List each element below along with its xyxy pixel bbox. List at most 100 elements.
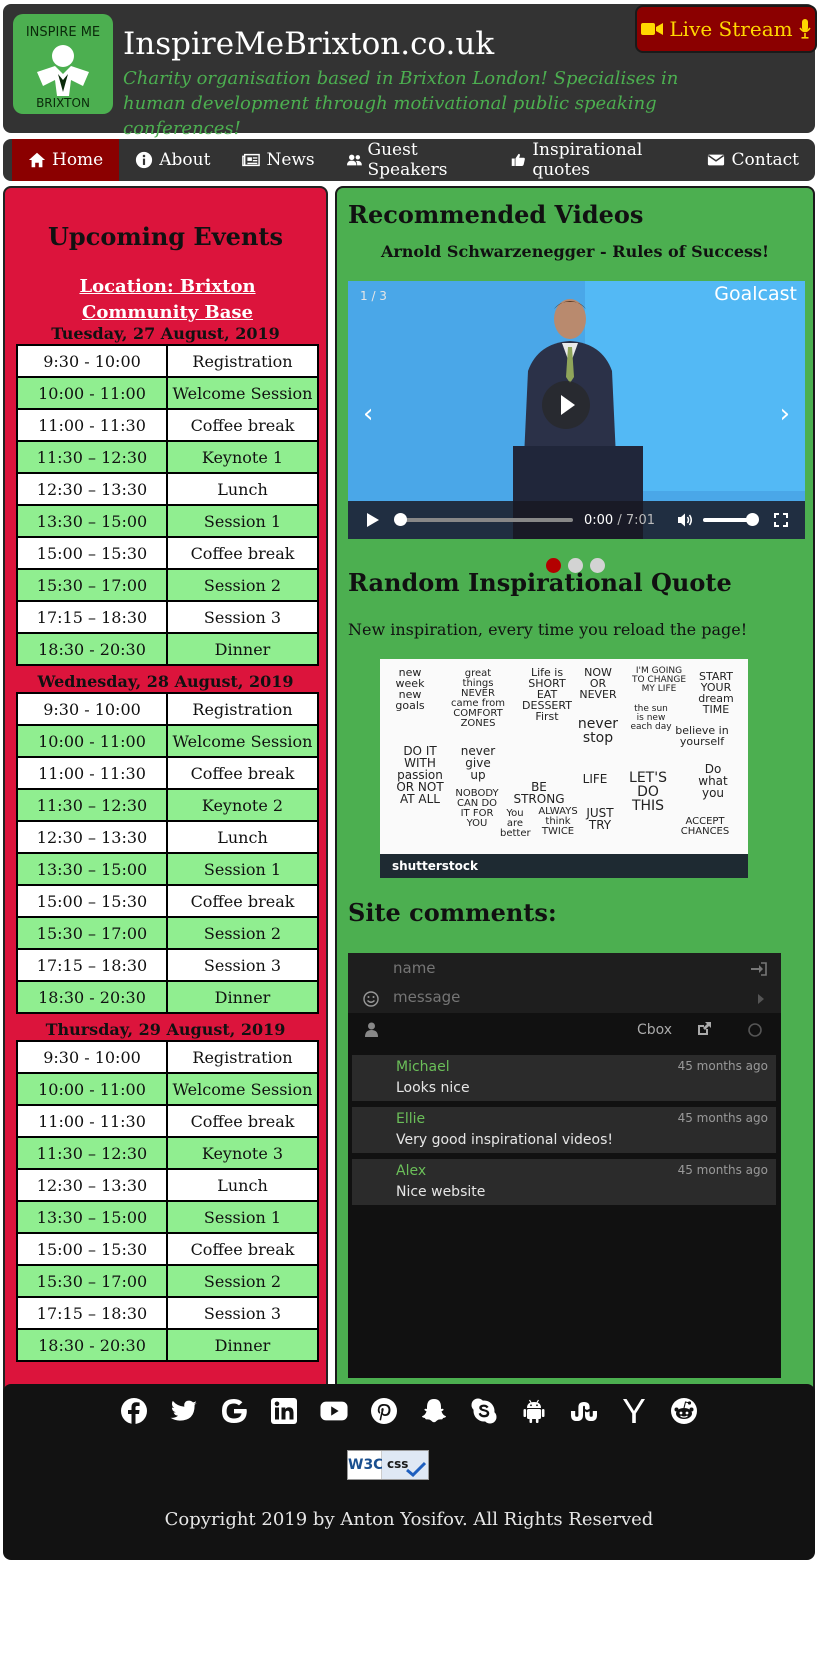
chat-message-author[interactable]: Michael: [396, 1059, 450, 1075]
nav-label: Guest Speakers: [367, 140, 448, 180]
schedule-row: 18:30 - 20:30 Dinner: [16, 980, 319, 1014]
quote-word: Life is SHORT EAT DESSERT First: [522, 666, 572, 723]
schedule-time: 11:30 – 12:30: [16, 440, 168, 474]
schedule-time: 17:15 – 18:30: [16, 1296, 168, 1330]
inspirational-quotes-image: new week new goals great things NEVER cam…: [380, 659, 748, 878]
send-icon[interactable]: [757, 993, 765, 1005]
schedule-time: 13:30 – 15:00: [16, 852, 168, 886]
schedule-time: 18:30 - 20:30: [16, 980, 168, 1014]
quote-word: new week new goals: [395, 666, 425, 712]
stumbleupon-link[interactable]: [570, 1397, 598, 1425]
nav-item-news[interactable]: News: [226, 139, 330, 181]
linkedin-link[interactable]: [270, 1397, 298, 1425]
youtube-link[interactable]: [320, 1397, 348, 1425]
twitter-icon: [170, 1400, 197, 1421]
nav-item-inspirational-quotes[interactable]: Inspirational quotes: [495, 139, 691, 181]
schedule-time: 11:30 – 12:30: [16, 1136, 168, 1170]
fullscreen-icon[interactable]: [774, 513, 789, 527]
nav-item-home[interactable]: Home: [12, 139, 120, 181]
skype-link[interactable]: [470, 1397, 498, 1425]
schedule-activity: Coffee break: [168, 884, 319, 918]
quote-word: never stop: [577, 716, 619, 746]
video-current-time: 0:00: [584, 512, 614, 528]
site-title[interactable]: InspireMeBrixton.co.uk: [123, 26, 494, 62]
facebook-icon: [121, 1398, 147, 1424]
schedule-time: 17:15 – 18:30: [16, 948, 168, 982]
nav-item-contact[interactable]: Contact: [691, 139, 815, 181]
schedule-activity: Dinner: [168, 1328, 319, 1362]
quote-word: DO IT WITH passion OR NOT AT ALL: [396, 744, 444, 806]
video-seek-bar[interactable]: [394, 513, 573, 526]
pinterest-link[interactable]: [370, 1397, 398, 1425]
upcoming-events-panel: Upcoming Events Location: Brixton Commun…: [3, 186, 328, 1448]
schedule-activity: Welcome Session: [168, 1072, 319, 1106]
video-seek-thumb[interactable]: [394, 513, 407, 526]
video-player[interactable]: 1 / 3 Goalcast ‹ › 0:00 / 7:01: [348, 281, 805, 539]
schedule-time: 15:30 – 17:00: [16, 916, 168, 950]
schedule-activity: Session 2: [168, 568, 319, 602]
facebook-link[interactable]: [120, 1397, 148, 1425]
schedule-row: 15:30 – 17:00 Session 2: [16, 916, 319, 950]
carousel-prev-button[interactable]: ‹: [363, 399, 373, 429]
cbox-brand-link[interactable]: Cbox: [637, 1022, 672, 1038]
video-play-button[interactable]: [366, 513, 380, 527]
chat-name-input[interactable]: [393, 959, 733, 977]
site-logo[interactable]: INSPIRE ME BRIXTON: [13, 14, 113, 114]
schedule-time: 15:30 – 17:00: [16, 568, 168, 602]
nav-label: Home: [52, 150, 104, 170]
external-link-icon[interactable]: [696, 1021, 712, 1037]
schedule-row: 18:30 - 20:30 Dinner: [16, 632, 319, 666]
events-location-link[interactable]: Location: Brixton Community Base: [25, 274, 310, 326]
schedule-time: 11:00 - 11:30: [16, 1104, 168, 1138]
w3c-css-badge[interactable]: W3C css: [347, 1450, 429, 1480]
video-slide-counter: 1 / 3: [360, 289, 387, 303]
schedule-time: 17:15 – 18:30: [16, 600, 168, 634]
schedule-row: 13:30 – 15:00 Session 1: [16, 1200, 319, 1234]
home-icon: [28, 152, 46, 168]
chat-message-author[interactable]: Alex: [396, 1163, 426, 1179]
chat-message-author[interactable]: Ellie: [396, 1111, 425, 1127]
css-label-text: css: [382, 1451, 428, 1479]
user-icon[interactable]: [365, 1022, 378, 1037]
stumbleupon-icon: [571, 1402, 597, 1421]
nav-item-about[interactable]: About: [119, 139, 226, 181]
quote-word: NOW OR NEVER: [579, 666, 617, 701]
chat-input-area: [348, 953, 781, 1013]
users-icon: [346, 154, 362, 166]
live-stream-button[interactable]: Live Stream: [635, 5, 817, 53]
schedule-row: 15:00 – 15:30 Coffee break: [16, 536, 319, 570]
reddit-link[interactable]: [670, 1397, 698, 1425]
android-link[interactable]: [520, 1397, 548, 1425]
schedule-row: 12:30 – 13:30 Lunch: [16, 820, 319, 854]
nav-item-guest-speakers[interactable]: Guest Speakers: [331, 139, 496, 181]
main-content-panel: Recommended Videos Arnold Schwarzenegger…: [335, 186, 815, 1448]
video-big-play-button[interactable]: [542, 381, 590, 429]
schedule-activity: Welcome Session: [168, 376, 319, 410]
quote-word: I'M GOING TO CHANGE MY LIFE: [631, 666, 687, 694]
schedule-activity: Welcome Session: [168, 724, 319, 758]
carousel-next-button[interactable]: ›: [780, 399, 790, 429]
volume-thumb[interactable]: [746, 513, 760, 526]
quote-word: BE STRONG: [513, 780, 565, 806]
events-title: Upcoming Events: [48, 222, 283, 251]
hacker-news-link[interactable]: [620, 1397, 648, 1425]
quote-word: great things NEVER came from COMFORT ZON…: [451, 668, 505, 729]
twitter-link[interactable]: [170, 1397, 198, 1425]
chat-message-input[interactable]: [393, 988, 733, 1006]
snapchat-icon: [422, 1399, 446, 1423]
schedule-time: 18:30 - 20:30: [16, 1328, 168, 1362]
newspaper-icon: [242, 153, 261, 167]
video-title: Arnold Schwarzenegger - Rules of Success…: [380, 242, 770, 261]
info-icon: [136, 151, 153, 169]
live-stream-label: Live Stream: [669, 17, 793, 41]
volume-icon[interactable]: [677, 512, 693, 528]
schedule-time: 13:30 – 15:00: [16, 504, 168, 538]
google-link[interactable]: [220, 1397, 248, 1425]
sign-in-icon[interactable]: [751, 962, 767, 976]
snapchat-link[interactable]: [420, 1397, 448, 1425]
volume-slider[interactable]: [703, 513, 760, 526]
thumbs-up-icon: [512, 153, 526, 166]
chat-message: Ellie 45 months ago Very good inspirationa…: [352, 1107, 776, 1153]
reddit-icon: [671, 1398, 697, 1424]
emoji-icon[interactable]: [363, 991, 379, 1007]
